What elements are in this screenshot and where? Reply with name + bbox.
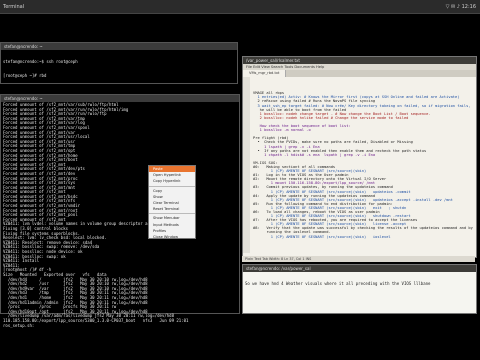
editor-tab[interactable]: VMs_mgr_rbd.txt: [243, 70, 287, 77]
terminal-small-output[interactable]: stefan@ncrendo:~$ ssh root@ceph [root@ce…: [1, 50, 237, 89]
terminal-context-menu: Paste Open Hyperlink Copy Hyperlink Copy Sho…: [148, 165, 196, 239]
terminal-line: ros_setup.sh:: [3, 322, 35, 328]
editor-statusbar: Plain Text Tab Width: 8 Ln 37, Col 1 INS: [242, 256, 475, 262]
editor-tabbar: VMs_mgr_rbd.txt: [243, 70, 476, 77]
terminal-line: [root@ceph ~]# rbd: [3, 72, 47, 78]
desktop: Terminal ▽ ✉ ♪ 12:16 stefan@ncrendo: ~ s…: [0, 0, 480, 360]
editor-line: 1 (CP) AMENTE 0F SESNART (src/source)(sb…: [253, 234, 391, 239]
editor-text-area[interactable]: VMAGE all rbps 1 entries(ed) Activ: # Kn…: [243, 77, 476, 253]
context-menu-item-reset-terminal[interactable]: Reset Terminal: [149, 206, 195, 212]
menu-separator: [149, 185, 195, 187]
active-app-label[interactable]: Terminal: [0, 4, 27, 10]
terminal-br-titlebar[interactable]: stefan@ncrendo: /var/power_sal: [243, 265, 476, 272]
top-panel: Terminal ▽ ✉ ♪ 12:16: [0, 0, 480, 14]
text-editor-window[interactable]: /var_power_sal/rlsalmer.txt File Edit Vi…: [242, 56, 477, 258]
terminal-window-bottom-right[interactable]: stefan@ncrendo: /var/power_sal So we hav…: [242, 264, 477, 314]
editor-titlebar[interactable]: /var_power_sal/rlsalmer.txt: [243, 57, 476, 64]
context-menu-item-close-window[interactable]: Close Window: [149, 234, 195, 240]
system-tray[interactable]: ▽ ✉ ♪ 12:16: [446, 4, 480, 10]
terminal-small-titlebar[interactable]: stefan@ncrendo: ~: [1, 43, 237, 50]
terminal-br-output[interactable]: So we have hnd 4 Weather visuals where i…: [243, 272, 476, 297]
context-menu-item-copy-hyperlink[interactable]: Copy Hyperlink: [149, 178, 195, 184]
menu-separator: [149, 213, 195, 215]
terminal-main-output[interactable]: Forced unmount of /sf2_mnt/var/sub/rwlo/…: [1, 102, 239, 329]
terminal-line: So we have hnd 4 Weather visuals where i…: [245, 281, 431, 287]
terminal-line: stefan@ncrendo:~$ ssh root@ceph: [3, 59, 78, 65]
terminal-main-titlebar[interactable]: stefan@ncrendo: ~: [1, 95, 239, 102]
line-number-gutter: [243, 77, 250, 253]
terminal-window-small[interactable]: stefan@ncrendo: ~ stefan@ncrendo:~$ ssh …: [0, 42, 238, 84]
terminal-window-main[interactable]: stefan@ncrendo: ~ Forced unmount of /sf2…: [0, 94, 240, 327]
